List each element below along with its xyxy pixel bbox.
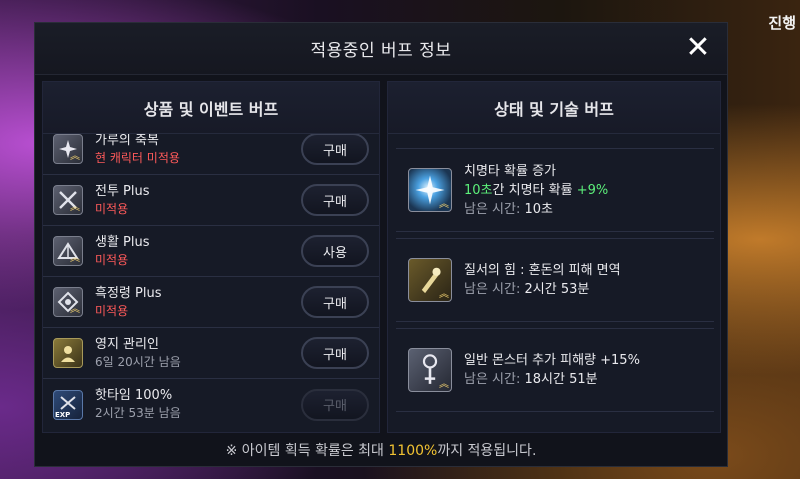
list-item: ︽ 전투 Plus 미적용 구매 [43,175,379,226]
black-spirit-icon: ︽ [53,287,83,317]
combat-swords-icon: ︽ [53,185,83,215]
close-button[interactable]: ✕ [683,33,713,63]
notice-prefix: ※ 아이템 획득 확률은 최대 [225,443,389,459]
blessing-icon: ︽ [53,134,83,164]
life-tent-icon: ︽ [53,236,83,266]
order-power-icon: ︽ [408,258,452,302]
buff-name: 일반 몬스터 추가 피해량 +15% [464,353,640,368]
item-status: 6일 20시간 남음 [95,354,181,369]
buff-remaining-time: 남은 시간: 10초 [464,200,608,219]
time-value: 18시간 51분 [524,372,598,387]
time-prefix: 남은 시간: [464,201,521,217]
buff-name: 질서의 힘 : 혼돈의 피해 면역 [464,263,621,278]
item-status: 미적용 [95,252,129,267]
buff-remaining-time: 남은 시간: 2시간 53분 [464,280,621,299]
buff-item: ︽ 치명타 확률 증가 10초간 치명타 확률 +9% 남은 시간: 10초 [396,148,714,232]
purchase-button[interactable]: 구매 [301,184,369,216]
list-item: ︽ 생활 Plus 미적용 사용 [43,226,379,277]
upgrade-chevron-icon: ︽ [70,253,80,264]
drop-rate-notice: ※ 아이템 획득 확률은 최대 1100%까지 적용됩니다. [35,440,727,460]
buff-item: ︽ 일반 몬스터 추가 피해량 +15% 남은 시간: 18시간 51분 [396,328,714,412]
buff-remaining-time: 남은 시간: 18시간 51분 [464,370,640,389]
purchase-button[interactable]: 구매 [301,337,369,369]
item-status: 미적용 [95,303,129,318]
time-prefix: 남은 시간: [464,282,521,297]
background-corner-label: 진행 [768,14,796,32]
close-icon: ✕ [685,30,711,65]
buff-bonus: +9% [576,182,609,198]
item-name: 가루의 축복 [95,134,159,148]
buff-description: 10초간 치명타 확률 +9% [464,181,608,200]
exp-hottime-icon: EXP [53,389,83,420]
item-name: 생활 Plus [95,234,150,250]
buff-info-modal: 적용중인 버프 정보 ✕ 상품 및 이벤트 버프 ︽ 가루의 축복 현 캐릭터 … [34,22,728,467]
purchase-button[interactable]: 구매 [301,286,369,318]
upgrade-chevron-icon: ︽ [70,202,80,213]
monster-damage-icon: ︽ [408,348,452,392]
buff-desc-text: 간 치명타 확률 [492,182,577,198]
upgrade-chevron-icon: ︽ [439,289,449,300]
list-item: 영지 관리인 6일 20시간 남음 구매 [43,328,379,379]
purchase-button[interactable]: 구매 [301,388,369,421]
list-item: ︽ 가루의 축복 현 캐릭터 미적용 구매 [43,134,379,175]
status-skill-buff-panel: 상태 및 기술 버프 ︽ 치명타 확률 증가 10초간 치명타 확률 +9% 남… [387,81,721,433]
item-name: 흑정령 Plus [95,285,162,301]
buff-name: 치명타 확률 증가 [464,163,556,179]
list-item: EXP 핫타임 100% 2시간 53분 남음 구매 [43,379,379,430]
panel-title-product-event: 상품 및 이벤트 버프 [43,82,379,134]
time-prefix: 남은 시간: [464,372,521,387]
time-value: 10초 [524,201,554,217]
upgrade-chevron-icon: ︽ [70,151,80,162]
item-status: 미적용 [95,201,129,216]
notice-suffix: 까지 적용됩니다. [437,443,537,459]
item-name: 영지 관리인 [95,336,159,352]
list-item: ︽ 흑정령 Plus 미적용 구매 [43,277,379,328]
upgrade-chevron-icon: ︽ [439,199,449,210]
modal-title: 적용중인 버프 정보 [310,41,452,61]
item-name: 전투 Plus [95,183,150,199]
territory-manager-icon [53,338,83,368]
upgrade-chevron-icon: ︽ [439,379,449,390]
product-event-buff-panel: 상품 및 이벤트 버프 ︽ 가루의 축복 현 캐릭터 미적용 구매 ︽ 전투 P… [42,81,380,433]
panel-title-status-skill: 상태 및 기술 버프 [388,82,720,134]
notice-highlight: 1100% [388,443,438,459]
critical-burst-icon: ︽ [408,168,452,212]
buff-item: ︽ 질서의 힘 : 혼돈의 피해 면역 남은 시간: 2시간 53분 [396,238,714,322]
purchase-button[interactable]: 구매 [301,134,369,165]
time-value: 2시간 53분 [524,282,590,297]
item-status: 현 캐릭터 미적용 [95,150,180,165]
item-name: 핫타임 100% [95,388,173,403]
upgrade-chevron-icon: ︽ [70,304,80,315]
item-status: 2시간 53분 남음 [95,406,181,420]
use-button[interactable]: 사용 [301,235,369,267]
modal-header: 적용중인 버프 정보 [35,23,727,75]
exp-label: EXP [55,410,71,419]
buff-duration: 10초 [464,182,493,198]
product-buff-list[interactable]: ︽ 가루의 축복 현 캐릭터 미적용 구매 ︽ 전투 Plus 미적용 구매 ︽… [43,134,379,432]
